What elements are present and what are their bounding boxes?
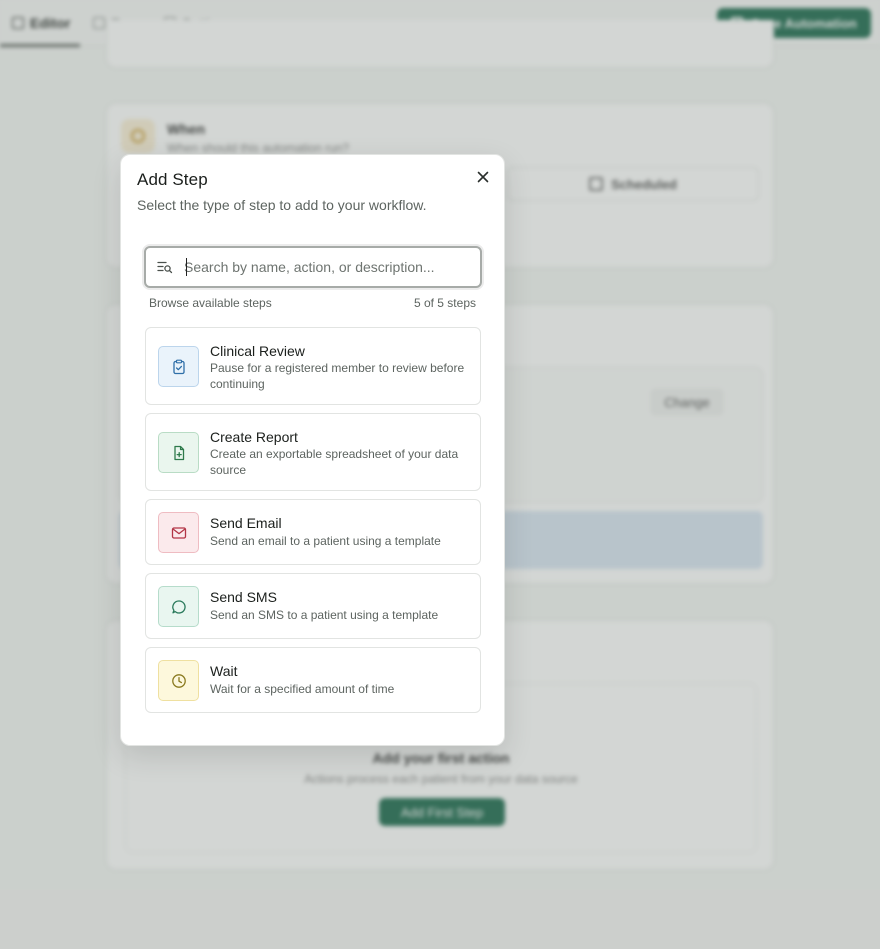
step-title: Wait xyxy=(210,663,238,679)
step-description: Create an exportable spreadsheet of your… xyxy=(210,447,459,477)
step-title: Send Email xyxy=(210,515,282,531)
dialog-subtitle: Select the type of step to add to your w… xyxy=(137,197,427,213)
clock-icon xyxy=(158,660,199,701)
step-option-create-report[interactable]: Create Report Create an exportable sprea… xyxy=(145,413,481,491)
search-field[interactable] xyxy=(144,246,482,288)
add-step-dialog: Add Step Select the type of step to add … xyxy=(120,154,505,746)
step-option-send-sms[interactable]: Send SMS Send an SMS to a patient using … xyxy=(145,573,481,639)
text-caret xyxy=(186,258,187,276)
step-description: Send an SMS to a patient using a templat… xyxy=(210,608,439,622)
step-count: 5 of 5 steps xyxy=(413,296,476,310)
close-icon xyxy=(477,171,489,183)
browse-label: Browse available steps xyxy=(149,296,272,310)
step-title: Clinical Review xyxy=(210,343,305,359)
step-description: Send an email to a patient using a templ… xyxy=(210,534,441,548)
dialog-title: Add Step xyxy=(137,170,208,189)
step-option-clinical-review[interactable]: Clinical Review Pause for a registered m… xyxy=(145,327,481,405)
step-title: Create Report xyxy=(210,429,298,445)
file-plus-icon xyxy=(158,432,199,473)
step-description: Wait for a specified amount of time xyxy=(210,682,395,696)
message-circle-icon xyxy=(158,586,199,627)
close-button[interactable] xyxy=(473,167,493,187)
clipboard-check-icon xyxy=(158,346,199,387)
step-title: Send SMS xyxy=(210,589,277,605)
step-option-send-email[interactable]: Send Email Send an email to a patient us… xyxy=(145,499,481,565)
mail-icon xyxy=(158,512,199,553)
step-description: Pause for a registered member to review … xyxy=(210,361,465,391)
search-input[interactable] xyxy=(184,256,474,278)
search-filter-icon xyxy=(157,261,173,274)
step-option-wait[interactable]: Wait Wait for a specified amount of time xyxy=(145,647,481,713)
